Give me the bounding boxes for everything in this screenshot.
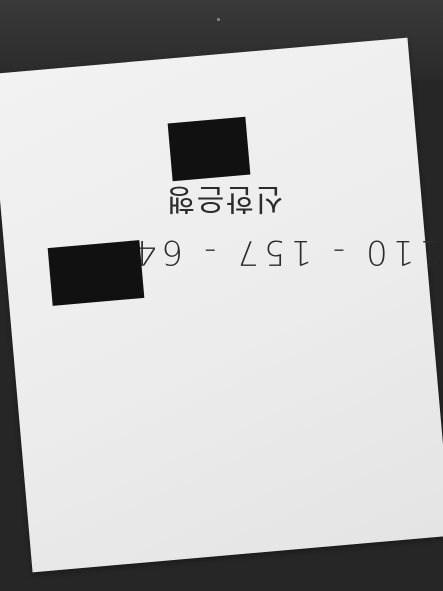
redaction-block-account (47, 240, 145, 306)
redaction-block-name (167, 116, 251, 182)
dust-speck (217, 18, 220, 21)
account-number: 110 - 157 - 64 (130, 232, 441, 272)
bank-name: 신한은행 (165, 181, 284, 216)
